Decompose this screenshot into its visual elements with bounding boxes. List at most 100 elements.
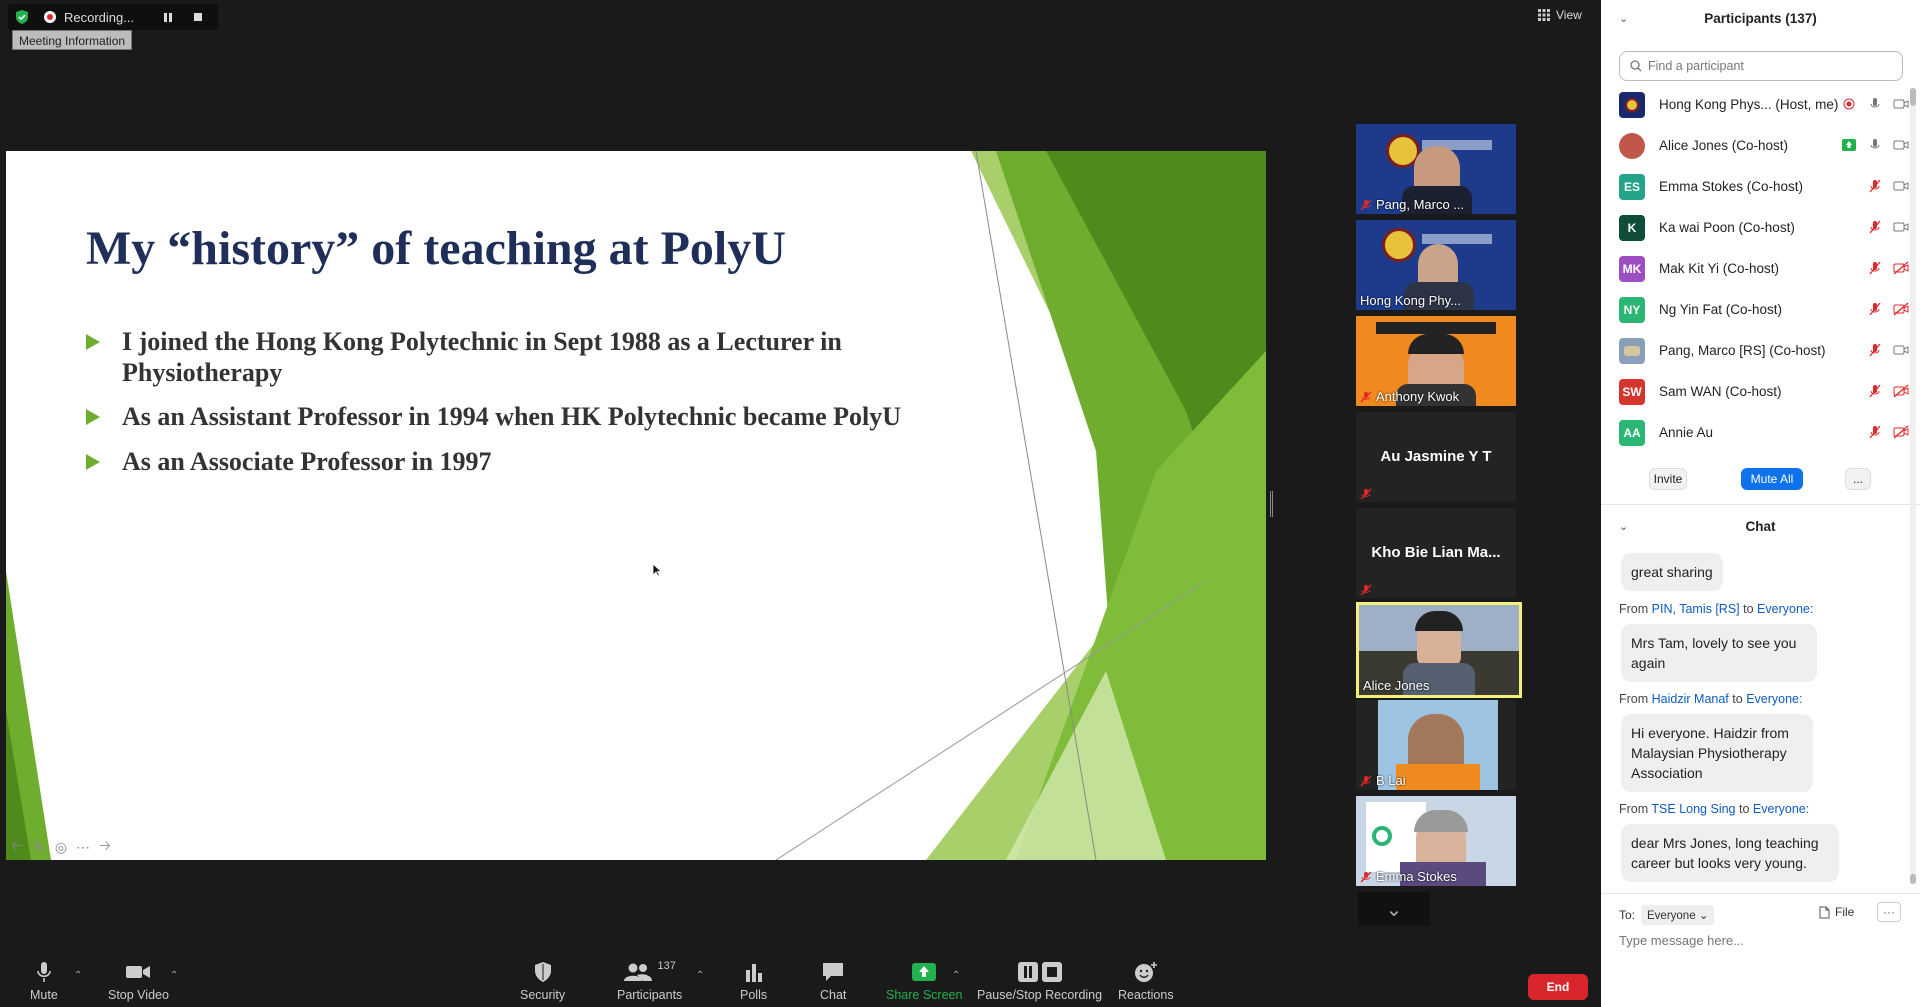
more-icon[interactable]: ⋯ xyxy=(74,838,92,856)
prev-slide-arrow-icon[interactable]: 🡠 xyxy=(8,837,26,856)
chat-label: Chat xyxy=(820,988,847,1002)
thumbnail-name-label: Hong Kong Phy... xyxy=(1360,293,1461,308)
record-dot-icon xyxy=(44,11,56,23)
chat-sender-name[interactable]: PIN, Tamis [RS] xyxy=(1652,602,1740,616)
pointer-icon[interactable]: ◎ xyxy=(52,838,70,856)
video-thumbnail[interactable]: Kho Bie Lian Ma... xyxy=(1356,508,1516,598)
chat-recipient[interactable]: Everyone: xyxy=(1746,692,1802,706)
participants-button[interactable]: 137 Participants xyxy=(617,960,682,1002)
participant-status-icons xyxy=(1867,424,1909,440)
participant-row[interactable]: MK Mak Kit Yi (Co-host) xyxy=(1619,248,1909,289)
video-thumbnail[interactable]: Emma Stokes xyxy=(1356,796,1516,886)
chevron-down-icon: ⌄ xyxy=(1698,910,1709,922)
thumbnail-name-label: B Lai xyxy=(1360,773,1406,788)
participant-name: Ka wai Poon (Co-host) xyxy=(1659,220,1795,235)
participant-row[interactable]: ES Emma Stokes (Co-host) xyxy=(1619,166,1909,207)
thumbnail-name-label: Emma Stokes xyxy=(1360,869,1457,884)
chat-more-button[interactable]: ··· xyxy=(1877,902,1901,922)
chat-bubble-icon xyxy=(821,960,845,984)
bullet-triangle-icon xyxy=(86,334,100,350)
chat-recipient[interactable]: Everyone: xyxy=(1753,802,1809,816)
active-speaker-thumbnail[interactable]: Alice Jones xyxy=(1356,602,1522,698)
thumbnail-name: Emma Stokes xyxy=(1376,869,1457,884)
participant-status-icons xyxy=(1867,342,1909,358)
more-participant-options-button[interactable]: ... xyxy=(1845,468,1871,490)
shield-icon xyxy=(533,960,553,984)
video-options-caret-icon[interactable]: ⌃ xyxy=(170,970,178,981)
chat-message: dear Mrs Jones, long teaching career but… xyxy=(1621,824,1839,882)
from-word: From xyxy=(1619,602,1649,616)
participant-row[interactable]: SW Sam WAN (Co-host) xyxy=(1619,371,1909,412)
chat-button[interactable]: Chat xyxy=(820,960,846,1002)
participant-status-icons xyxy=(1867,383,1909,399)
participant-row[interactable]: K Ka wai Poon (Co-host) xyxy=(1619,207,1909,248)
muted-mic-icon xyxy=(1360,199,1372,211)
participant-search-placeholder: Find a participant xyxy=(1648,59,1744,73)
microphone-icon xyxy=(1867,96,1883,112)
participant-row[interactable]: Alice Jones (Co-host) xyxy=(1619,125,1909,166)
chat-sender-name[interactable]: TSE Long Sing xyxy=(1651,802,1735,816)
participants-options-caret-icon[interactable]: ⌃ xyxy=(696,970,704,981)
muted-mic-icon xyxy=(1867,342,1883,358)
security-button[interactable]: Security xyxy=(520,960,565,1002)
share-screen-button[interactable]: Share Screen xyxy=(886,960,962,1002)
participant-search-field[interactable]: Find a participant xyxy=(1619,51,1903,81)
participant-avatar: SW xyxy=(1619,378,1645,405)
pause-stop-recording-button[interactable]: Pause/Stop Recording xyxy=(977,960,1102,1002)
reactions-smiley-icon xyxy=(1134,960,1158,984)
muted-mic-icon xyxy=(1867,260,1883,276)
mute-button[interactable]: Mute xyxy=(30,960,58,1002)
participant-row[interactable]: NY Ng Yin Fat (Co-host) xyxy=(1619,289,1909,330)
pen-icon[interactable]: ✎ xyxy=(30,838,48,856)
video-camera-icon xyxy=(1893,137,1909,153)
video-thumbnail[interactable]: B Lai xyxy=(1356,700,1516,790)
chat-sender-name[interactable]: Haidzir Manaf xyxy=(1652,692,1729,706)
mute-options-caret-icon[interactable]: ⌃ xyxy=(74,970,82,981)
stop-video-button[interactable]: Stop Video xyxy=(108,960,169,1002)
view-button[interactable]: View xyxy=(1538,8,1582,22)
video-camera-icon xyxy=(1893,178,1909,194)
wcpt-logo xyxy=(1372,826,1392,846)
video-thumbnail[interactable]: Au Jasmine Y T xyxy=(1356,412,1516,502)
end-meeting-button[interactable]: End xyxy=(1528,974,1588,1000)
share-options-caret-icon[interactable]: ⌃ xyxy=(952,970,960,981)
invite-button[interactable]: Invite xyxy=(1649,468,1687,490)
pause-stop-recording-label: Pause/Stop Recording xyxy=(977,988,1103,1002)
participant-row[interactable]: AA Annie Au xyxy=(1619,412,1909,453)
thumbnail-name-label: Pang, Marco ... xyxy=(1360,197,1464,212)
thumbnail-name-label: Alice Jones xyxy=(1363,678,1429,693)
mute-all-button[interactable]: Mute All xyxy=(1741,468,1803,490)
banner-text xyxy=(1422,234,1492,244)
microphone-icon xyxy=(35,960,53,984)
pause-recording-icon[interactable] xyxy=(164,12,172,22)
recipient-dropdown[interactable]: Everyone ⌄ xyxy=(1641,905,1715,925)
video-thumbnail[interactable]: Hong Kong Phy... xyxy=(1356,220,1516,310)
scroll-thumbnails-down-button[interactable]: ⌄ xyxy=(1358,892,1430,926)
thumbnail-center-name: Au Jasmine Y T xyxy=(1380,448,1492,465)
chat-message-input[interactable] xyxy=(1619,933,1899,948)
to-word: to xyxy=(1739,802,1750,816)
participant-status-icons xyxy=(1867,178,1909,194)
polls-button[interactable]: Polls xyxy=(740,960,767,1002)
file-button[interactable]: File xyxy=(1819,905,1854,919)
video-camera-icon xyxy=(125,960,151,984)
reactions-button[interactable]: Reactions xyxy=(1118,960,1174,1002)
participant-row[interactable]: Hong Kong Phys... (Host, me) xyxy=(1619,84,1909,125)
participant-name: Ng Yin Fat (Co-host) xyxy=(1659,302,1783,317)
participant-status-icons xyxy=(1841,137,1909,153)
chat-recipient[interactable]: Everyone: xyxy=(1757,602,1813,616)
participants-count: 137 xyxy=(657,960,676,972)
slide-title: My “history” of teaching at PolyU xyxy=(86,222,786,275)
muted-mic-icon xyxy=(1867,301,1883,317)
panel-scrollbar[interactable] xyxy=(1910,88,1916,884)
slide-bullet: As an Associate Professor in 1997 xyxy=(86,446,986,477)
video-thumbnail[interactable]: Anthony Kwok xyxy=(1356,316,1516,406)
stop-recording-icon[interactable] xyxy=(194,13,202,21)
video-thumbnail[interactable]: Pang, Marco ... xyxy=(1356,124,1516,214)
resize-handle[interactable] xyxy=(1270,491,1273,517)
reactions-label: Reactions xyxy=(1118,988,1174,1002)
video-off-icon xyxy=(1893,260,1909,276)
next-slide-arrow-icon[interactable]: 🡢 xyxy=(96,837,114,856)
file-label: File xyxy=(1835,905,1855,919)
participant-row[interactable]: Pang, Marco [RS] (Co-host) xyxy=(1619,330,1909,371)
